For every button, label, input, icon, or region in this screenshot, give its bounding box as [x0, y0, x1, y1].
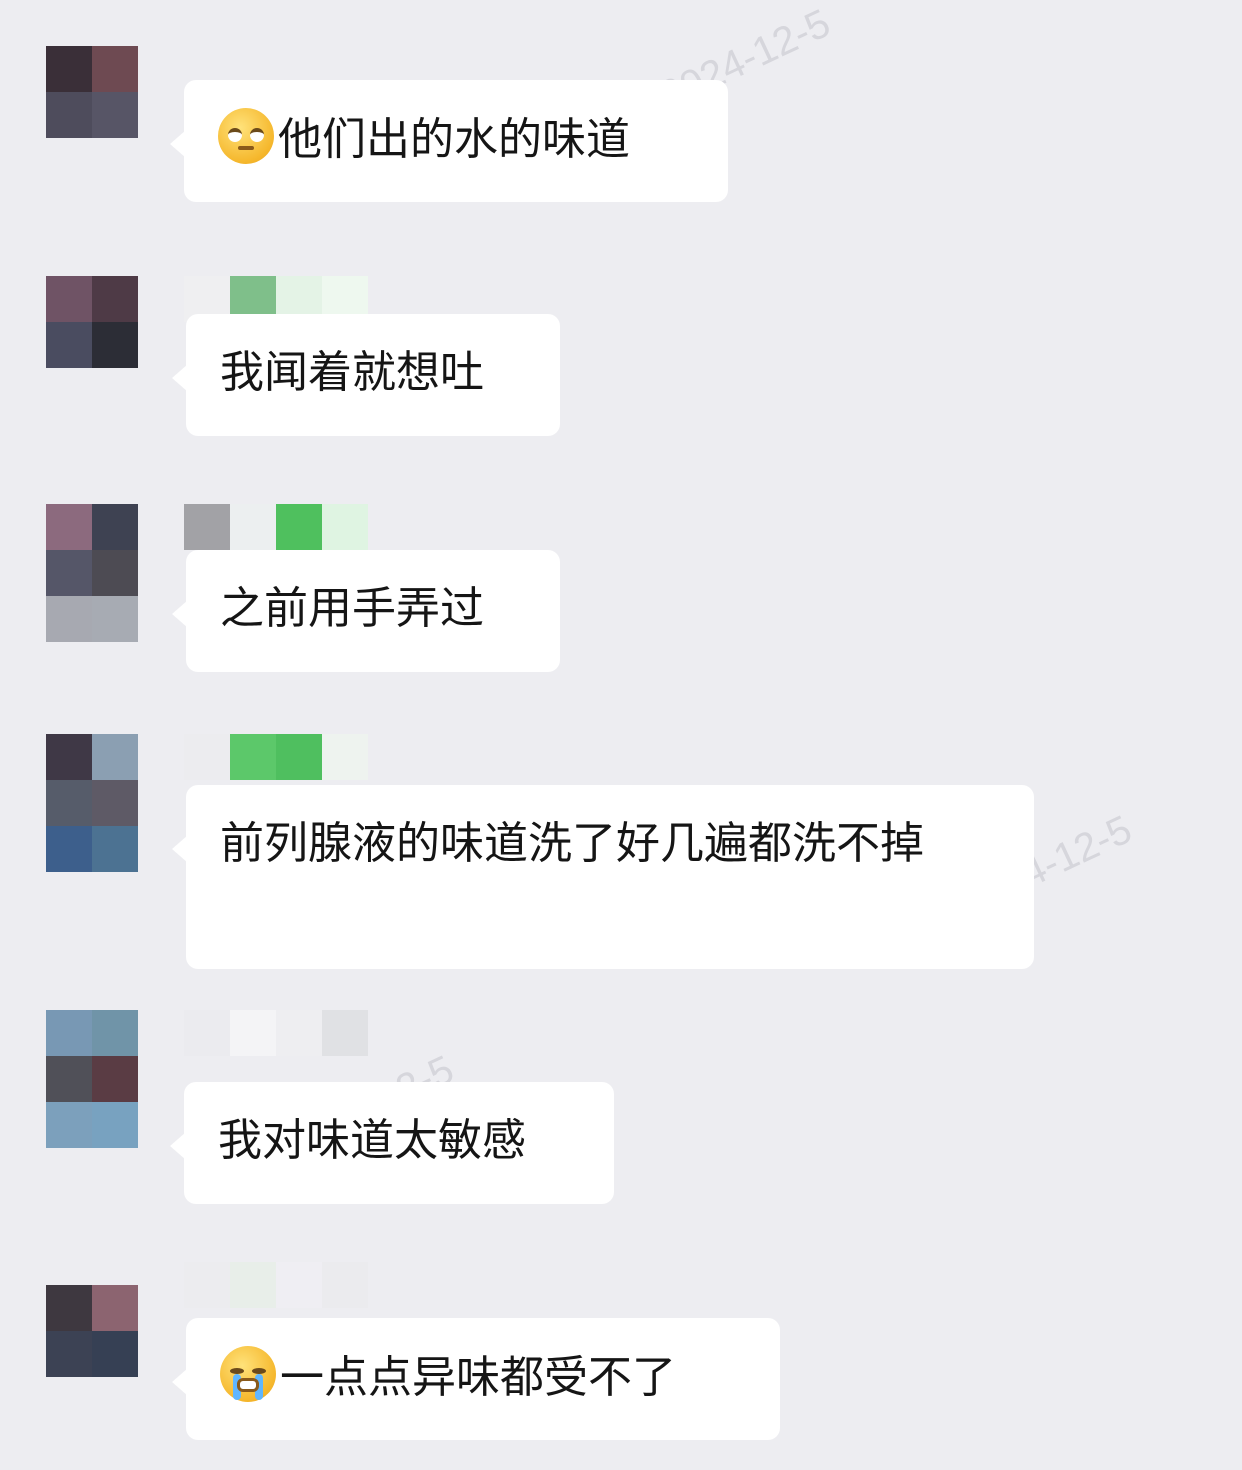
redaction-block	[276, 1010, 322, 1056]
avatar-pixel	[92, 504, 138, 550]
avatar-pixel	[92, 322, 138, 368]
rolling-eyes-emoji	[218, 108, 274, 164]
message-text: 一点点异味都受不了	[280, 1352, 676, 1403]
sender-name-redacted	[184, 504, 368, 550]
avatar[interactable]	[46, 46, 138, 138]
avatar-pixel	[92, 1010, 138, 1056]
message-text: 之前用手弄过	[220, 583, 484, 634]
avatar-pixel	[46, 826, 92, 872]
crying-emoji	[220, 1346, 276, 1402]
avatar-pixel	[46, 322, 92, 368]
redaction-block	[230, 1262, 276, 1308]
redaction-block	[276, 734, 322, 780]
redaction-block	[276, 1262, 322, 1308]
avatar-pixel	[92, 1056, 138, 1102]
redaction-block	[322, 1262, 368, 1308]
avatar-pixel	[46, 92, 92, 138]
message-bubble[interactable]: 我对味道太敏感	[170, 1082, 614, 1204]
avatar-pixel	[46, 1285, 92, 1331]
avatar-pixel	[46, 1331, 92, 1377]
sender-name-redacted	[184, 734, 368, 780]
avatar-pixel	[92, 276, 138, 322]
sender-name-redacted	[184, 1010, 368, 1056]
avatar-pixel	[92, 826, 138, 872]
redaction-block	[230, 734, 276, 780]
message-bubble[interactable]: 他们出的水的味道	[170, 80, 728, 202]
avatar-pixel	[46, 276, 92, 322]
avatar-pixel	[92, 780, 138, 826]
avatar-pixel	[92, 92, 138, 138]
avatar-pixel	[92, 734, 138, 780]
avatar-pixel	[92, 596, 138, 642]
avatar-pixel	[92, 1102, 138, 1148]
redaction-block	[322, 734, 368, 780]
message-text: 我对味道太敏感	[218, 1115, 526, 1166]
message-bubble[interactable]: 一点点异味都受不了	[172, 1318, 780, 1440]
redaction-block	[184, 504, 230, 550]
avatar-pixel	[46, 596, 92, 642]
avatar[interactable]	[46, 276, 138, 368]
redaction-block	[230, 1010, 276, 1056]
redaction-block	[276, 504, 322, 550]
message-text: 他们出的水的味道	[278, 114, 630, 165]
redaction-block	[230, 504, 276, 550]
avatar-pixel	[92, 46, 138, 92]
avatar-pixel	[46, 550, 92, 596]
avatar-pixel	[92, 550, 138, 596]
avatar-pixel	[92, 1285, 138, 1331]
message-text: 前列腺液的味道洗了好几遍都洗不掉	[220, 818, 924, 869]
avatar-pixel	[46, 780, 92, 826]
sender-name-redacted	[184, 1262, 368, 1308]
message-text: 我闻着就想吐	[220, 347, 484, 398]
avatar-pixel	[46, 1102, 92, 1148]
avatar-pixel	[46, 1010, 92, 1056]
redaction-block	[322, 1010, 368, 1056]
message-bubble[interactable]: 前列腺液的味道洗了好几遍都洗不掉	[172, 785, 1034, 969]
redaction-block	[184, 734, 230, 780]
redaction-block	[184, 1262, 230, 1308]
avatar-pixel	[46, 46, 92, 92]
message-bubble[interactable]: 之前用手弄过	[172, 550, 560, 672]
avatar[interactable]	[46, 504, 138, 642]
message-bubble[interactable]: 我闻着就想吐	[172, 314, 560, 436]
avatar[interactable]	[46, 1010, 138, 1148]
avatar-pixel	[46, 1056, 92, 1102]
avatar[interactable]	[46, 734, 138, 872]
avatar-pixel	[46, 504, 92, 550]
redaction-block	[184, 1010, 230, 1056]
avatar-pixel	[46, 734, 92, 780]
avatar-pixel	[92, 1331, 138, 1377]
avatar[interactable]	[46, 1285, 138, 1377]
redaction-block	[322, 504, 368, 550]
